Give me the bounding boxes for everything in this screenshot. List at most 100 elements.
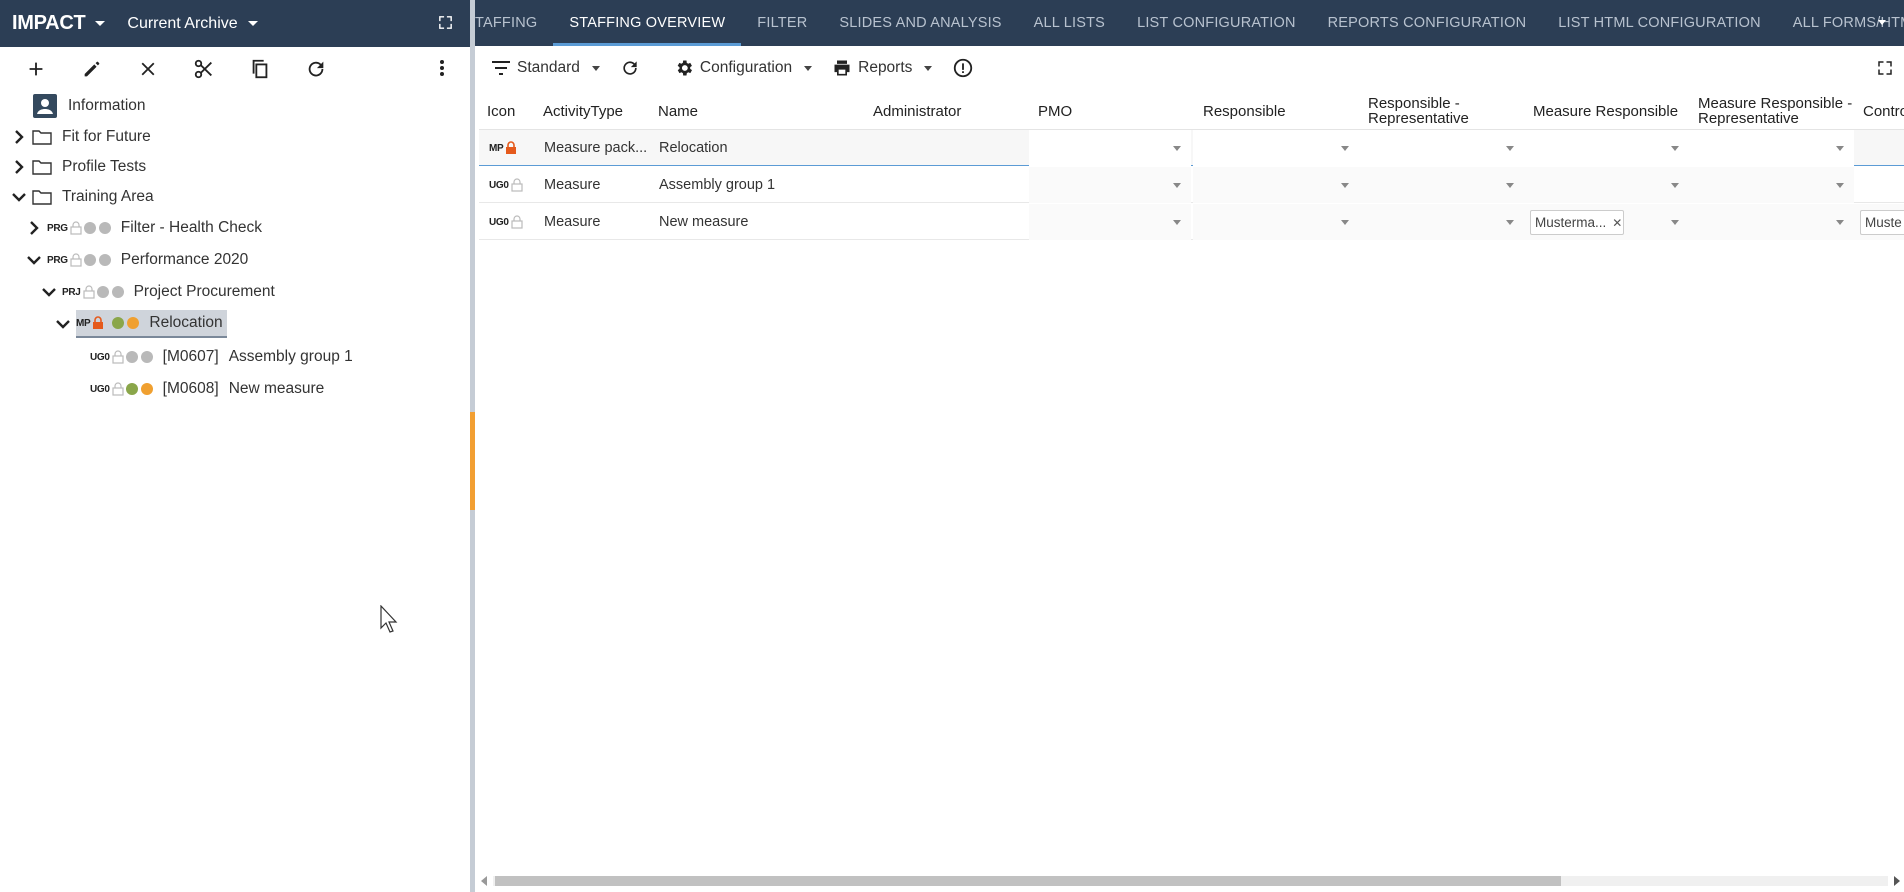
chevron-down-icon	[1506, 183, 1514, 188]
measure-responsible-representative-select[interactable]	[1689, 204, 1854, 240]
tree-item-new-measure[interactable]: UG0 [M0608] New measure	[90, 375, 324, 403]
tree-item-project-procurement[interactable]: PRJ Project Procurement	[40, 278, 275, 306]
header-line: Responsible -	[1368, 95, 1460, 112]
chevron-down-icon[interactable]	[10, 188, 28, 206]
responsible-select[interactable]	[1193, 130, 1359, 166]
status-dot	[125, 351, 138, 363]
responsible-representative-select[interactable]	[1359, 204, 1524, 240]
person-chip[interactable]: Musterma... ✕	[1530, 210, 1624, 235]
grid-refresh-button[interactable]	[620, 58, 646, 78]
responsible-representative-select[interactable]	[1359, 167, 1524, 203]
add-button[interactable]	[8, 49, 64, 89]
horizontal-scrollbar[interactable]	[481, 873, 1900, 887]
left-toolbar	[0, 47, 470, 91]
column-header-activity-type[interactable]: ActivityType	[543, 92, 623, 130]
lock-icon	[82, 285, 95, 299]
tab-filter[interactable]: FILTER	[741, 0, 823, 46]
measure-responsible-select[interactable]: Musterma... ✕	[1524, 204, 1689, 240]
cut-button[interactable]	[176, 49, 232, 89]
column-header-name[interactable]: Name	[658, 92, 698, 130]
fullscreen-icon[interactable]	[1876, 59, 1894, 77]
tree-item-information[interactable]: Information	[32, 92, 146, 120]
tree-item-filter-health-check[interactable]: PRG Filter - Health Check	[25, 214, 262, 242]
chevron-down-icon[interactable]	[54, 315, 72, 333]
chevron-right-icon[interactable]	[10, 128, 28, 146]
chevron-down-icon	[1173, 220, 1181, 225]
refresh-button[interactable]	[288, 49, 344, 89]
row-icon-cell: UG0	[489, 167, 525, 203]
measure-responsible-representative-select[interactable]	[1689, 130, 1854, 166]
pmo-select[interactable]	[1029, 167, 1191, 203]
archive-caret-icon[interactable]	[247, 21, 258, 26]
edit-button[interactable]	[64, 49, 120, 89]
selected-node[interactable]: MP Relocation	[76, 310, 227, 338]
tree-item-assembly-group[interactable]: UG0 [M0607] Assembly group 1	[90, 343, 353, 371]
tab-staffing[interactable]: TAFFING	[475, 0, 553, 46]
table-row[interactable]: MP Measure pack... Relocation	[479, 130, 1904, 166]
tree-item-training-area[interactable]: Training Area	[10, 183, 154, 211]
person-chip[interactable]: Muste	[1860, 210, 1904, 235]
view-selector-label: Standard	[517, 59, 580, 76]
tab-list-configuration[interactable]: LIST CONFIGURATION	[1121, 0, 1312, 46]
header-line: Measure Responsible -	[1698, 95, 1853, 112]
reports-menu[interactable]: Reports	[832, 58, 933, 78]
type-badge: UG0	[90, 383, 110, 395]
chevron-right-icon[interactable]	[10, 158, 28, 176]
copy-button[interactable]	[232, 49, 288, 89]
delete-button[interactable]	[120, 49, 176, 89]
tree-item-fit-for-future[interactable]: Fit for Future	[10, 123, 151, 151]
brand-menu[interactable]: IMPACT	[12, 12, 86, 35]
column-header-pmo[interactable]: PMO	[1038, 92, 1072, 130]
measure-responsible-select[interactable]	[1524, 167, 1689, 203]
grid-toolbar: Standard Configuration Reports	[475, 46, 1904, 90]
configuration-menu[interactable]: Configuration	[674, 58, 813, 78]
tree-item-profile-tests[interactable]: Profile Tests	[10, 153, 146, 181]
measure-responsible-representative-select[interactable]	[1689, 167, 1854, 203]
scroll-left-arrow-icon[interactable]	[481, 876, 487, 886]
table-row[interactable]: UG0 Measure Assembly group 1	[479, 167, 1904, 203]
more-button[interactable]	[430, 56, 454, 80]
measure-responsible-select[interactable]	[1524, 130, 1689, 166]
column-header-responsible[interactable]: Responsible	[1203, 92, 1286, 130]
fullscreen-icon[interactable]	[437, 14, 454, 31]
tab-all-lists[interactable]: ALL LISTS	[1018, 0, 1121, 46]
archive-selector[interactable]: Current Archive	[127, 15, 237, 33]
view-selector[interactable]: Standard	[491, 59, 600, 77]
brand-caret-icon[interactable]	[95, 21, 106, 26]
tab-staffing-overview[interactable]: STAFFING OVERVIEW	[553, 0, 742, 46]
status-dot	[140, 351, 153, 363]
mouse-cursor-icon	[380, 605, 398, 633]
column-header-measure-responsible-representative[interactable]: Measure Responsible - Representative	[1698, 92, 1858, 130]
scrollbar-thumb[interactable]	[495, 876, 1561, 886]
tree-item-relocation[interactable]: MP Relocation	[54, 310, 227, 338]
pmo-select[interactable]	[1029, 204, 1191, 240]
tab-slides-and-analysis[interactable]: SLIDES AND ANALYSIS	[823, 0, 1017, 46]
responsible-select[interactable]	[1193, 204, 1359, 240]
table-row[interactable]: UG0 Measure New measure Musterma... ✕ Mu…	[479, 204, 1904, 240]
column-header-administrator[interactable]: Administrator	[873, 92, 961, 130]
info-button[interactable]	[952, 57, 980, 79]
column-header-icon[interactable]: Icon	[487, 92, 515, 130]
pmo-select[interactable]	[1029, 130, 1191, 166]
chevron-right-icon[interactable]	[25, 219, 43, 237]
tab-list-html-configuration[interactable]: LIST HTML CONFIGURATION	[1542, 0, 1777, 46]
column-header-controller[interactable]: Contro	[1863, 92, 1904, 130]
tabs-overflow-caret-icon[interactable]	[1878, 20, 1886, 25]
chevron-down-icon[interactable]	[40, 283, 58, 301]
status-dot	[111, 286, 124, 298]
scroll-right-arrow-icon[interactable]	[1894, 876, 1900, 886]
type-badge: PRG	[47, 254, 68, 266]
column-header-responsible-representative[interactable]: Responsible - Representative	[1368, 92, 1469, 130]
tab-reports-configuration[interactable]: REPORTS CONFIGURATION	[1312, 0, 1543, 46]
close-icon[interactable]: ✕	[1612, 216, 1622, 230]
tree-item-label: Filter - Health Check	[120, 219, 263, 236]
column-header-measure-responsible[interactable]: Measure Responsible	[1533, 92, 1678, 130]
tree-item-performance-2020[interactable]: PRG Performance 2020	[25, 246, 248, 274]
lock-icon	[506, 141, 517, 154]
controller-select[interactable]: Muste	[1854, 204, 1904, 240]
chevron-down-icon[interactable]	[25, 251, 43, 269]
more-vert-icon	[440, 60, 444, 76]
responsible-select[interactable]	[1193, 167, 1359, 203]
chevron-down-icon	[1341, 183, 1349, 188]
responsible-representative-select[interactable]	[1359, 130, 1524, 166]
